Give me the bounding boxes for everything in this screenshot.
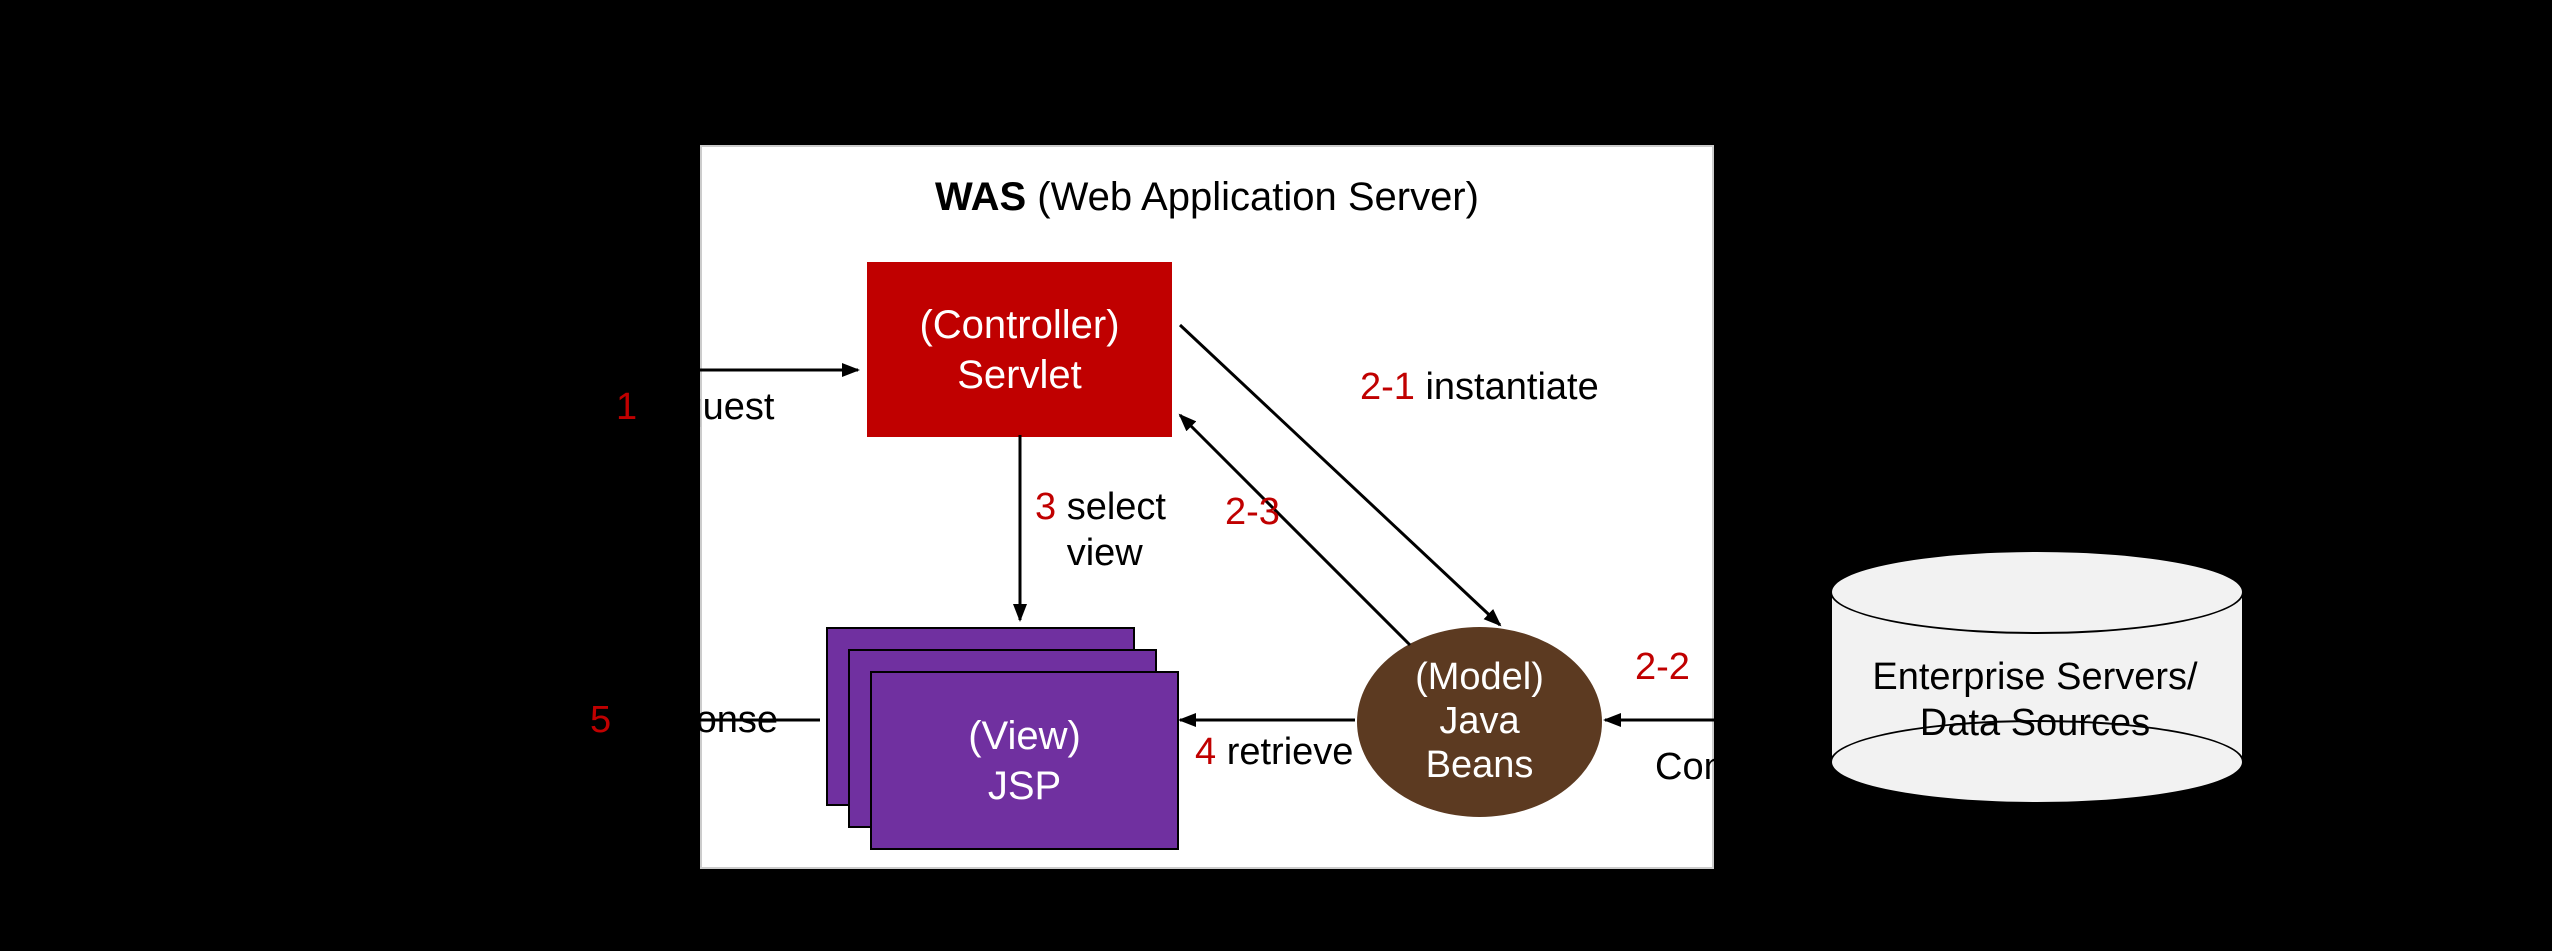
datasource-l2: Data Sources [1920,702,2150,744]
step-1-text: request [648,386,775,428]
datasource-l1: Enterprise Servers/ [1872,656,2197,698]
cylinder-top [1830,550,2244,634]
step-2-1: 2-1 instantiate [1360,365,1599,411]
controller-label-top: (Controller) [867,300,1172,350]
view-card-front: (View) JSP [870,671,1179,850]
step-4-text: retrieve [1227,731,1354,773]
step-5-text: response [622,699,778,741]
controller-label-bot: Servlet [867,350,1172,400]
black-mask-left [0,0,615,951]
step-1-num: 1 [616,386,637,428]
step-2-3-num: 2-3 [1225,491,1280,533]
step-2-1-text: instantiate [1425,366,1598,408]
step-2-2: 2-2 [1635,645,1690,691]
step-2-1-num: 2-1 [1360,366,1415,408]
controller-box: (Controller) Servlet [867,262,1172,437]
view-label-bot: JSP [872,761,1177,811]
step-4: 4 retrieve [1195,730,1353,776]
step-3-text-l1: select [1067,486,1166,528]
model-label-mid: Java [1357,700,1602,744]
step-2-3: 2-3 [1225,490,1280,536]
view-label-top: (View) [872,711,1177,761]
step-4-num: 4 [1195,731,1216,773]
was-title-bold: WAS [935,175,1026,219]
datasource-text: Enterprise Servers/ Data Sources [1830,655,2240,746]
step-3: 3 select view [1035,485,1166,576]
was-title-rest: (Web Application Server) [1026,175,1479,219]
was-title: WAS (Web Application Server) [702,175,1712,220]
model-ellipse: (Model) Java Beans [1357,627,1602,817]
step-2-2-text-wrap: Connect [1655,745,1797,791]
step-3-num: 3 [1035,486,1056,528]
step-2-2-num: 2-2 [1635,646,1690,688]
model-label-bot: Beans [1357,744,1602,788]
datasource-cylinder: Enterprise Servers/ Data Sources [1830,550,2240,800]
step-5: 5 response [590,698,778,744]
step-1: 1 request [616,385,774,431]
step-3-text-l2: view [1067,532,1143,574]
diagram-stage: WAS (Web Application Server) (Controller… [0,0,2552,951]
step-2-2-text: Connect [1655,746,1797,788]
model-label-top: (Model) [1357,656,1602,700]
step-5-num: 5 [590,699,611,741]
